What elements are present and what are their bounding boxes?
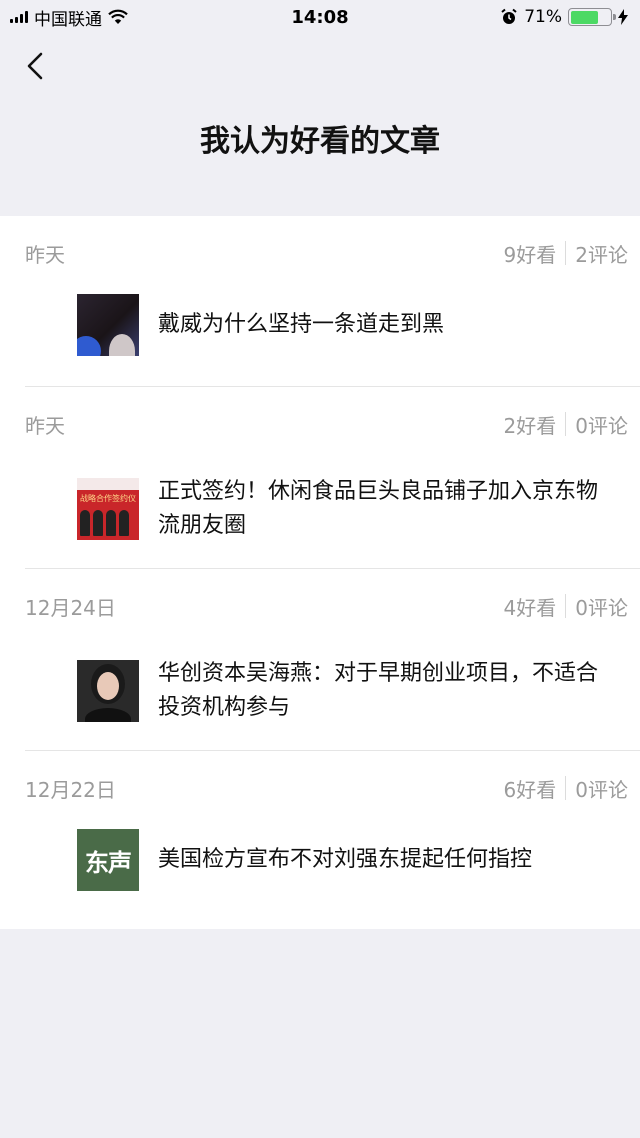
comment-count: 2评论 (575, 242, 628, 267)
charging-icon (618, 9, 628, 25)
article-link[interactable]: 东声 美国检方宣布不对刘强东提起任何指控 (77, 829, 600, 891)
list-item: 12月24日 4好看 0评论 华创资本吴海燕：对于早期创业项目，不适合投资机构参… (0, 569, 640, 751)
stats-divider (565, 594, 567, 618)
item-date: 昨天 (25, 413, 65, 438)
item-date: 昨天 (25, 242, 65, 267)
page: 中国联通 14:08 71% 我认为好看的文章 昨天 9好看 2评论 戴威为什么… (0, 0, 640, 1138)
wifi-icon (108, 9, 128, 24)
alarm-icon (501, 8, 517, 24)
carrier-label: 中国联通 (34, 9, 102, 30)
thumbnail-banner-text: 战略合作签约仪 (80, 494, 136, 503)
article-title: 正式签约！休闲食品巨头良品铺子加入京东物流朋友圈 (158, 479, 599, 538)
article-thumbnail: 战略合作签约仪 (77, 478, 139, 540)
like-count: 4好看 (503, 595, 557, 620)
thumbnail-logo-text: 东声 (85, 848, 132, 877)
article-link[interactable]: 战略合作签约仪 正式签约！休闲食品巨头良品铺子加入京东物流朋友圈 (77, 475, 600, 543)
list-item: 12月22日 6好看 0评论 东声 美国检方宣布不对刘强东提起任何指控 (0, 751, 640, 929)
like-count: 6好看 (503, 777, 557, 802)
item-meta: 昨天 9好看 2评论 (25, 239, 628, 268)
article-list: 昨天 9好看 2评论 戴威为什么坚持一条道走到黑 昨天 2好看 0评论 战略合作… (0, 216, 640, 929)
article-title: 美国检方宣布不对刘强东提起任何指控 (158, 847, 533, 872)
comment-count: 0评论 (575, 595, 628, 620)
battery-icon (568, 8, 616, 26)
status-right: 71% (500, 7, 628, 27)
item-stats: 2好看 0评论 (504, 410, 628, 439)
item-date: 12月22日 (25, 777, 116, 802)
back-button[interactable] (18, 48, 52, 84)
stats-divider (565, 776, 567, 800)
list-item: 昨天 9好看 2评论 戴威为什么坚持一条道走到黑 (0, 216, 640, 387)
item-stats: 6好看 0评论 (504, 774, 628, 803)
battery-fill (570, 10, 599, 24)
article-title: 华创资本吴海燕：对于早期创业项目，不适合投资机构参与 (158, 661, 599, 720)
article-thumbnail (77, 660, 139, 722)
list-item: 昨天 2好看 0评论 战略合作签约仪 正式签约！休闲食品巨头良品铺子加入京东物流… (0, 387, 640, 569)
article-title: 戴威为什么坚持一条道走到黑 (158, 312, 445, 337)
item-meta: 昨天 2好看 0评论 (25, 410, 628, 439)
status-left: 中国联通 (10, 5, 128, 30)
like-count: 2好看 (503, 413, 557, 438)
status-bar: 中国联通 14:08 71% (0, 0, 640, 34)
comment-count: 0评论 (575, 777, 628, 802)
item-meta: 12月22日 6好看 0评论 (25, 774, 628, 803)
item-stats: 4好看 0评论 (504, 592, 628, 621)
chevron-left-icon (27, 52, 43, 80)
article-link[interactable]: 戴威为什么坚持一条道走到黑 (77, 294, 600, 356)
like-count: 9好看 (503, 242, 557, 267)
stats-divider (565, 412, 567, 436)
article-link[interactable]: 华创资本吴海燕：对于早期创业项目，不适合投资机构参与 (77, 657, 600, 725)
item-date: 12月24日 (25, 595, 116, 620)
item-stats: 9好看 2评论 (504, 239, 628, 268)
article-thumbnail: 东声 (77, 829, 139, 891)
page-title: 我认为好看的文章 (200, 124, 440, 159)
battery-percent: 71% (524, 7, 562, 27)
stats-divider (565, 241, 567, 265)
item-meta: 12月24日 4好看 0评论 (25, 592, 628, 621)
comment-count: 0评论 (575, 413, 628, 438)
article-thumbnail (77, 294, 139, 356)
signal-icon (10, 11, 28, 23)
nav-bar: 我认为好看的文章 (0, 34, 640, 216)
